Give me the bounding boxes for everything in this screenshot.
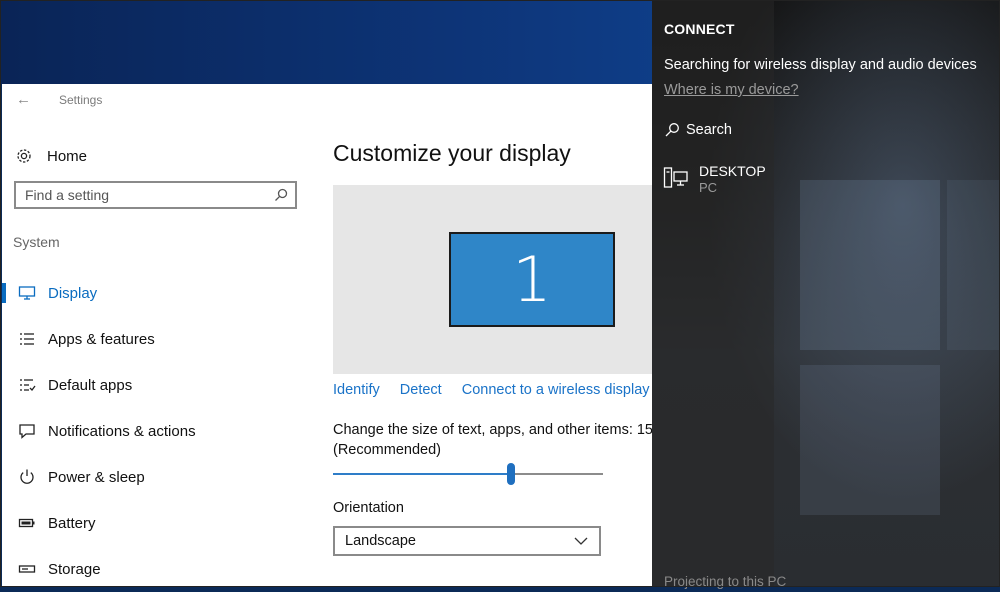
sidebar-item-notifications[interactable]: Notifications & actions (2, 408, 312, 454)
connect-status: Searching for wireless display and audio… (664, 57, 977, 73)
monitor-number: 1 (512, 242, 552, 316)
sidebar-item-label: Battery (48, 514, 96, 532)
device-item-desktop[interactable]: DESKTOP PC (663, 163, 863, 203)
orientation-label: Orientation (333, 500, 404, 516)
sidebar-item-label: Power & sleep (48, 468, 145, 486)
search-icon[interactable] (272, 186, 290, 204)
list-check-icon (16, 375, 38, 395)
background-window-pane (800, 365, 940, 515)
scale-line-1: Change the size of text, apps, and other… (333, 422, 662, 438)
background-window-pane (800, 180, 940, 350)
chevron-down-icon (571, 537, 591, 545)
back-arrow-icon[interactable]: ← (16, 92, 32, 108)
sidebar-item-home[interactable]: Home (14, 142, 294, 170)
search-icon (664, 121, 680, 139)
settings-window: ← Settings Home System Display (2, 84, 661, 587)
scale-line-2: (Recommended) (333, 442, 441, 458)
search-input[interactable] (16, 184, 272, 206)
device-text: DESKTOP PC (699, 163, 766, 203)
sidebar-item-label: Display (48, 284, 98, 302)
display-arrangement-preview: 1 (333, 185, 654, 374)
device-name: DESKTOP (699, 163, 766, 179)
sidebar-item-storage[interactable]: Storage (2, 546, 312, 592)
monitor-icon (16, 283, 38, 303)
device-type: PC (699, 180, 718, 195)
list-icon (16, 329, 38, 349)
window-title: Settings (59, 93, 103, 107)
sidebar-item-apps-features[interactable]: Apps & features (2, 316, 312, 362)
gear-icon (14, 146, 34, 166)
monitor-tile-1[interactable]: 1 (449, 232, 615, 327)
sidebar-item-battery[interactable]: Battery (2, 500, 312, 546)
search-devices-button[interactable]: Search (664, 121, 732, 139)
find-setting-search[interactable] (14, 181, 297, 209)
slider-track-filled (333, 473, 511, 475)
where-is-my-device-link[interactable]: Where is my device? (664, 82, 799, 98)
slider-thumb[interactable] (507, 463, 515, 485)
sidebar-item-label: Default apps (48, 376, 133, 394)
sidebar-item-display[interactable]: Display (2, 270, 312, 316)
power-icon (16, 467, 38, 487)
sidebar-item-default-apps[interactable]: Default apps (2, 362, 312, 408)
storage-icon (16, 559, 38, 579)
sidebar-item-label: Apps & features (48, 330, 155, 348)
home-label: Home (47, 147, 88, 165)
identify-link[interactable]: Identify (333, 382, 380, 398)
orientation-dropdown[interactable]: Landscape (333, 526, 601, 556)
background-window-pane (947, 180, 1000, 350)
section-label-system: System (13, 234, 60, 250)
sidebar-nav-list: Display Apps & features Default apps Not… (2, 270, 312, 592)
connect-title: CONNECT (664, 21, 735, 37)
speech-bubble-icon (16, 421, 38, 441)
battery-icon (16, 513, 38, 533)
scale-slider[interactable] (333, 462, 603, 486)
connect-flyout: CONNECT Searching for wireless display a… (652, 0, 1000, 589)
display-links: Identify Detect Connect to a wireless di… (333, 382, 666, 398)
connect-wireless-display-link[interactable]: Connect to a wireless display (462, 382, 650, 398)
sidebar-item-label: Notifications & actions (48, 422, 196, 440)
page-title: Customize your display (333, 140, 571, 166)
slider-track-remaining (511, 473, 603, 475)
scale-description: Change the size of text, apps, and other… (333, 420, 661, 460)
pc-icon (663, 166, 689, 190)
orientation-value: Landscape (345, 533, 416, 549)
detect-link[interactable]: Detect (400, 382, 442, 398)
sidebar-item-label: Storage (48, 560, 101, 578)
sidebar-item-power-sleep[interactable]: Power & sleep (2, 454, 312, 500)
search-label: Search (686, 122, 732, 138)
display-settings-pane: Customize your display 1 Identify Detect… (333, 84, 661, 587)
